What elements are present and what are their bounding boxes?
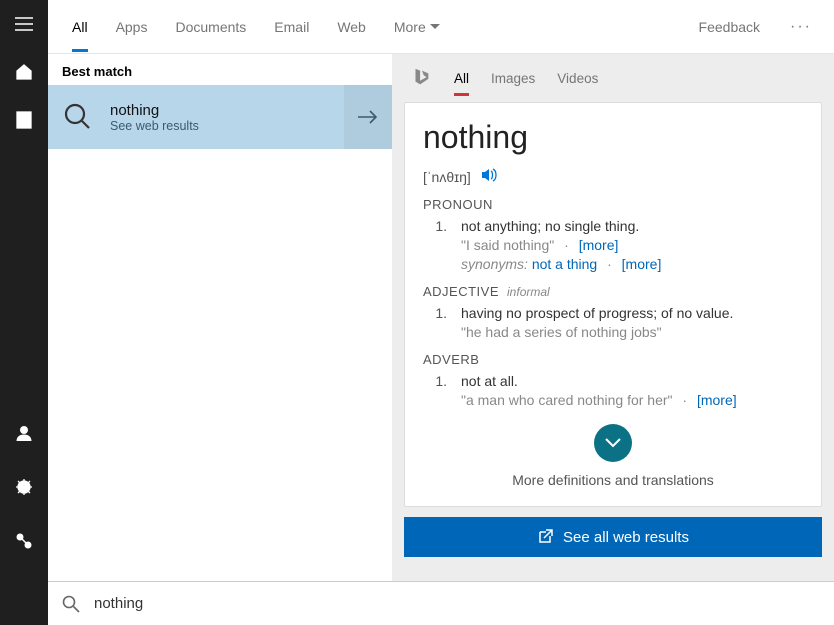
account-icon bbox=[15, 424, 33, 442]
preview-column: All Images Videos nothing [ˈnʌθɪŋ] PRONO… bbox=[392, 54, 834, 581]
dictionary-word: nothing bbox=[423, 119, 803, 156]
search-icon bbox=[62, 595, 80, 613]
search-input[interactable] bbox=[94, 595, 820, 612]
open-external-icon bbox=[537, 529, 553, 545]
bing-logo-icon bbox=[410, 67, 432, 89]
feedback-link[interactable]: Feedback bbox=[691, 19, 768, 35]
share-button[interactable] bbox=[0, 517, 48, 565]
recent-button[interactable] bbox=[0, 96, 48, 144]
settings-button[interactable] bbox=[0, 463, 48, 511]
arrow-right-icon bbox=[358, 109, 378, 125]
example-more-link[interactable]: [more] bbox=[697, 392, 737, 408]
def-number: 1. bbox=[431, 305, 447, 340]
example-text: "he had a series of nothing jobs" bbox=[461, 324, 733, 340]
pos-note: informal bbox=[507, 285, 550, 299]
synonyms-label: synonyms: bbox=[461, 256, 528, 272]
search-bar bbox=[48, 581, 834, 625]
tab-more[interactable]: More bbox=[380, 0, 454, 54]
result-subtitle: See web results bbox=[110, 119, 199, 133]
see-web-results-button[interactable]: See all web results bbox=[404, 517, 822, 557]
pos-block-adverb: ADVERB 1. not at all. "a man who cared n… bbox=[423, 352, 803, 408]
home-button[interactable] bbox=[0, 48, 48, 96]
tab-all[interactable]: All bbox=[58, 0, 102, 54]
pos-label: PRONOUN bbox=[423, 197, 493, 212]
result-open-button[interactable] bbox=[344, 85, 392, 149]
pos-block-pronoun: PRONOUN 1. not anything; no single thing… bbox=[423, 197, 803, 272]
account-button[interactable] bbox=[0, 409, 48, 457]
bing-tab-images[interactable]: Images bbox=[491, 65, 535, 92]
taskbar-sidebar bbox=[0, 0, 48, 625]
def-number: 1. bbox=[431, 218, 447, 272]
result-title: nothing bbox=[110, 102, 199, 119]
pronunciation: [ˈnʌθɪŋ] bbox=[423, 169, 471, 185]
tab-web[interactable]: Web bbox=[323, 0, 380, 54]
bing-tabs: All Images Videos bbox=[404, 54, 822, 102]
bing-tab-videos[interactable]: Videos bbox=[557, 65, 598, 92]
synonym-more-link[interactable]: [more] bbox=[622, 256, 662, 272]
tab-documents[interactable]: Documents bbox=[161, 0, 260, 54]
result-row: nothing See web results bbox=[48, 85, 392, 149]
chevron-down-icon bbox=[605, 438, 621, 448]
search-icon bbox=[60, 99, 96, 135]
hamburger-icon bbox=[15, 17, 33, 31]
bing-tab-all[interactable]: All bbox=[454, 65, 469, 92]
gear-icon bbox=[15, 478, 33, 496]
see-web-results-label: See all web results bbox=[563, 529, 689, 546]
play-pronunciation-button[interactable] bbox=[481, 168, 497, 185]
more-options-button[interactable]: ··· bbox=[778, 18, 824, 36]
results-column: Best match nothing See web results bbox=[48, 54, 392, 581]
expand-label: More definitions and translations bbox=[512, 472, 714, 488]
dictionary-card: nothing [ˈnʌθɪŋ] PRONOUN 1. bbox=[404, 102, 822, 507]
tab-email[interactable]: Email bbox=[260, 0, 323, 54]
definition-text: having no prospect of progress; of no va… bbox=[461, 305, 733, 321]
share-icon bbox=[15, 532, 33, 550]
scope-tabs: All Apps Documents Email Web More Feedba… bbox=[48, 0, 834, 54]
example-text: "I said nothing" bbox=[461, 237, 554, 253]
search-panel: All Apps Documents Email Web More Feedba… bbox=[48, 0, 834, 581]
synonym-link[interactable]: not a thing bbox=[532, 256, 597, 272]
definition-text: not anything; no single thing. bbox=[461, 218, 661, 234]
example-text: "a man who cared nothing for her" bbox=[461, 392, 673, 408]
def-number: 1. bbox=[431, 373, 447, 408]
result-item[interactable]: nothing See web results bbox=[48, 85, 344, 149]
tab-more-label: More bbox=[394, 19, 426, 35]
pos-label: ADVERB bbox=[423, 352, 479, 367]
home-icon bbox=[15, 63, 33, 81]
pos-block-adjective: ADJECTIVE informal 1. having no prospect… bbox=[423, 284, 803, 340]
recent-icon bbox=[16, 111, 32, 129]
speaker-icon bbox=[481, 168, 497, 182]
chevron-down-icon bbox=[430, 24, 440, 30]
definition-text: not at all. bbox=[461, 373, 737, 389]
best-match-header: Best match bbox=[48, 54, 392, 85]
menu-button[interactable] bbox=[0, 0, 48, 48]
expand-button[interactable] bbox=[594, 424, 632, 462]
pos-label: ADJECTIVE bbox=[423, 284, 499, 299]
tab-apps[interactable]: Apps bbox=[102, 0, 162, 54]
example-more-link[interactable]: [more] bbox=[579, 237, 619, 253]
